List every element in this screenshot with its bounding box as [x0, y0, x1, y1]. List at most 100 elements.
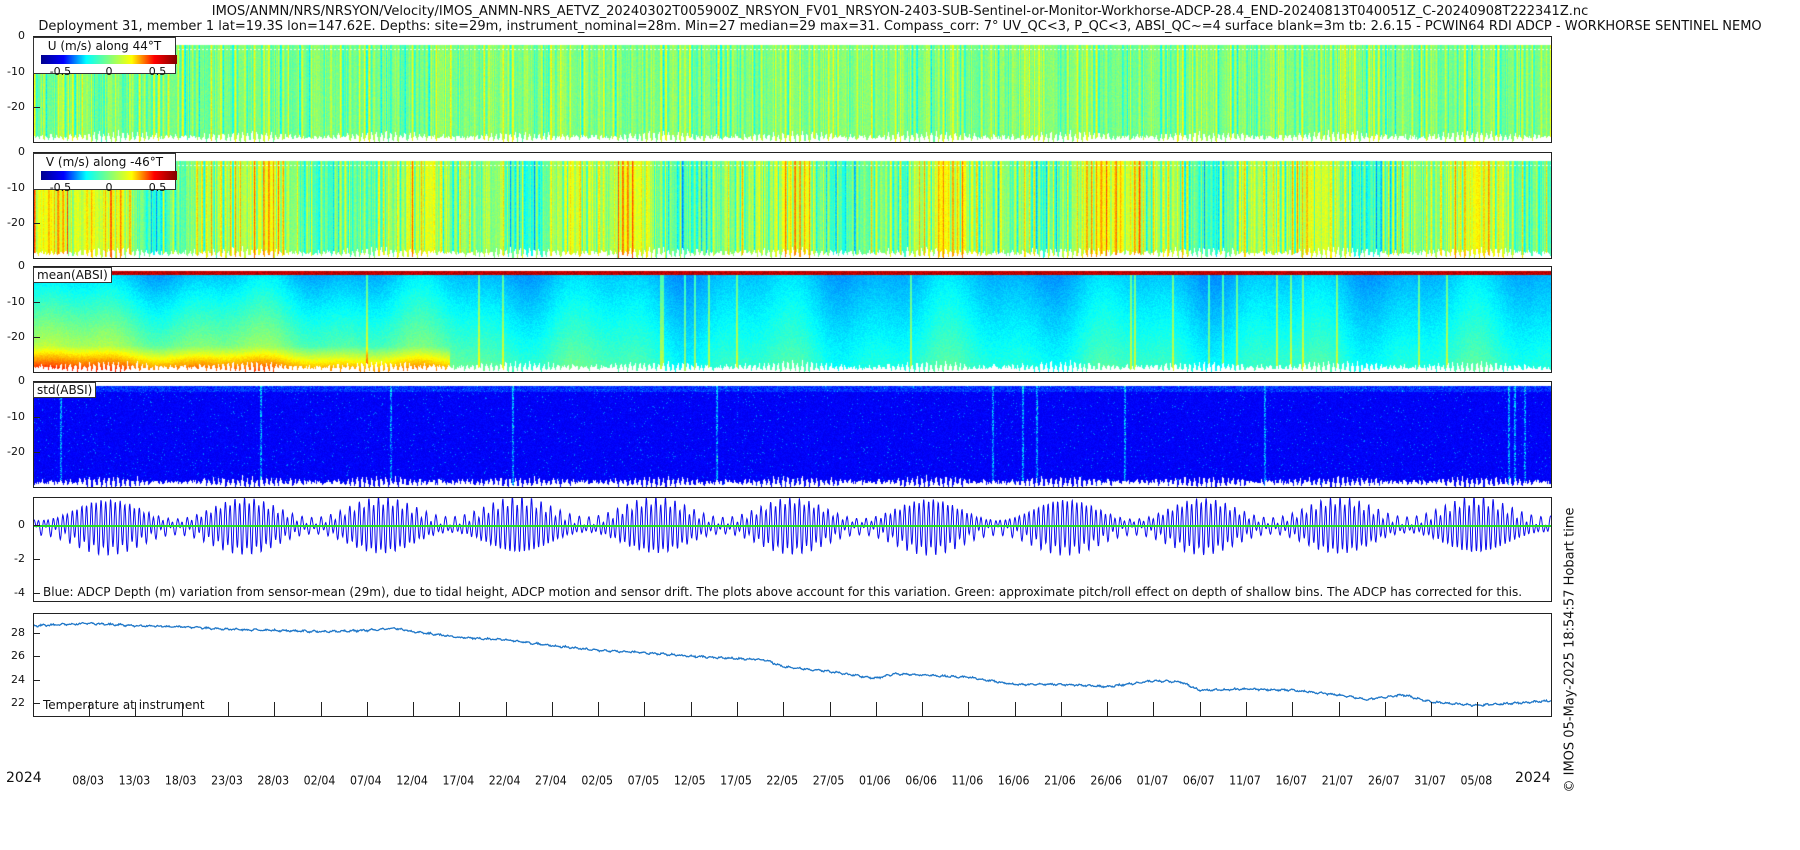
x-tick-label: 02/05: [581, 773, 614, 788]
colorbar: [41, 171, 177, 180]
x-tick-label: 01/06: [858, 773, 891, 788]
panel-u: [33, 36, 1552, 143]
x-tick-mark: [366, 702, 368, 716]
figure-subtitle: Deployment 31, member 1 lat=19.3S lon=14…: [38, 19, 1762, 34]
x-tick-mark: [1246, 702, 1248, 716]
x-tick-mark: [1014, 702, 1016, 716]
x-tick-mark: [1384, 702, 1386, 716]
y-tick-label: 0: [18, 374, 25, 387]
colorbar-tick: -0.5: [49, 181, 72, 194]
temperature-line: [34, 621, 1551, 707]
y-tick-mark: [33, 302, 40, 303]
y-tick-label: -4: [14, 586, 25, 599]
heatmap-v: [34, 153, 1551, 258]
x-tick-label: 07/04: [349, 773, 382, 788]
y-tick-mark: [33, 559, 40, 560]
x-tick-mark: [551, 702, 553, 716]
x-tick-mark: [644, 702, 646, 716]
x-tick-label: 01/07: [1136, 773, 1169, 788]
x-tick-label: 06/07: [1182, 773, 1215, 788]
x-tick-label: 22/04: [488, 773, 521, 788]
x-tick-mark: [1431, 702, 1433, 716]
colorbar-tick: 0.5: [148, 181, 167, 194]
y-tick-label: 0: [18, 145, 25, 158]
panel-std_absi: [33, 381, 1552, 488]
figure-title: IMOS/ANMN/NRS/NRSYON/Velocity/IMOS_ANMN-…: [211, 4, 1589, 19]
depth-annotation: Blue: ADCP Depth (m) variation from sens…: [43, 585, 1523, 599]
x-tick-label: 17/05: [720, 773, 752, 788]
colorbar-tick: -0.5: [49, 65, 72, 78]
x-year-right: 2024: [1515, 770, 1551, 786]
x-tick-mark: [181, 702, 183, 716]
y-tick-label: 0: [18, 29, 25, 42]
y-tick-mark: [33, 417, 40, 418]
x-tick-mark: [737, 702, 738, 716]
colorbar-tick: 0: [105, 65, 113, 78]
temperature-annotation: Temperature at instrument: [43, 698, 205, 712]
colorbar-tick: 0: [105, 181, 113, 194]
x-tick-label: 26/07: [1368, 773, 1400, 788]
heatmap-u: [34, 37, 1551, 142]
x-tick-label: 06/06: [905, 773, 937, 788]
x-tick-label: 07/05: [627, 773, 660, 788]
x-tick-mark: [1338, 702, 1340, 716]
x-tick-label: 05/08: [1460, 773, 1493, 788]
colorbar-tick: 0.5: [148, 65, 167, 78]
y-tick-mark: [33, 223, 40, 224]
panel-v: [33, 152, 1552, 259]
x-year-left: 2024: [6, 770, 42, 786]
y-tick-label: -20: [7, 100, 25, 113]
x-tick-mark: [598, 702, 600, 716]
x-tick-label: 18/03: [164, 773, 197, 788]
y-tick-mark: [33, 703, 40, 705]
x-tick-label: 02/04: [303, 773, 336, 788]
x-tick-mark: [505, 702, 507, 716]
panel-depth_variation: Blue: ADCP Depth (m) variation from sens…: [33, 497, 1552, 602]
colorbar-legend-u: U (m/s) along 44°T -0.5 0 0.5: [33, 37, 177, 78]
x-tick-label: 08/03: [72, 773, 104, 788]
y-tick-label: 22: [11, 696, 25, 710]
x-tick-label: 11/07: [1229, 773, 1261, 788]
x-tick-label: 16/06: [997, 773, 1030, 788]
y-tick-label: 24: [11, 672, 25, 686]
x-tick-mark: [1477, 702, 1479, 716]
y-tick-label: -10: [7, 410, 25, 423]
y-tick-label: -20: [7, 445, 25, 458]
heatmap-std_absi: [34, 382, 1551, 487]
x-tick-mark: [829, 702, 831, 716]
x-tick-label: 26/06: [1090, 773, 1123, 788]
panel-temperature: Temperature at instrument: [33, 613, 1552, 717]
y-tick-mark: [33, 593, 40, 594]
x-tick-mark: [227, 702, 229, 716]
y-tick-label: -20: [7, 216, 25, 229]
x-tick-mark: [1060, 702, 1062, 716]
y-tick-mark: [33, 525, 40, 526]
x-tick-label: 23/03: [211, 773, 243, 788]
y-tick-mark: [33, 679, 40, 681]
x-tick-label: 21/07: [1321, 773, 1354, 788]
x-tick-mark: [875, 702, 877, 716]
x-tick-label: 27/04: [535, 773, 567, 788]
x-tick-label: 21/06: [1044, 773, 1076, 788]
colorbar: [41, 55, 177, 64]
x-tick-label: 16/07: [1275, 773, 1308, 788]
x-tick-mark: [922, 702, 924, 716]
x-tick-label: 22/05: [766, 773, 799, 788]
y-tick-label: -10: [7, 65, 25, 78]
x-tick-mark: [274, 702, 276, 716]
y-tick-mark: [33, 107, 40, 108]
y-tick-mark: [33, 632, 40, 634]
x-tick-label: 31/07: [1414, 773, 1446, 788]
legend-title: U (m/s) along 44°T: [47, 39, 162, 53]
x-tick-mark: [135, 702, 137, 716]
y-tick-label: 26: [11, 649, 25, 663]
colorbar-legend-v: V (m/s) along -46°T -0.5 0 0.5: [33, 153, 177, 194]
y-tick-label: -10: [7, 181, 25, 194]
x-tick-label: 27/05: [812, 773, 845, 788]
panel-label-mean_absi: mean(ABSI): [33, 267, 112, 283]
x-tick-mark: [1153, 702, 1155, 716]
y-tick-label: 0: [18, 518, 25, 531]
y-tick-label: -10: [7, 295, 25, 308]
x-tick-mark: [783, 702, 785, 716]
x-tick-mark: [690, 702, 692, 716]
